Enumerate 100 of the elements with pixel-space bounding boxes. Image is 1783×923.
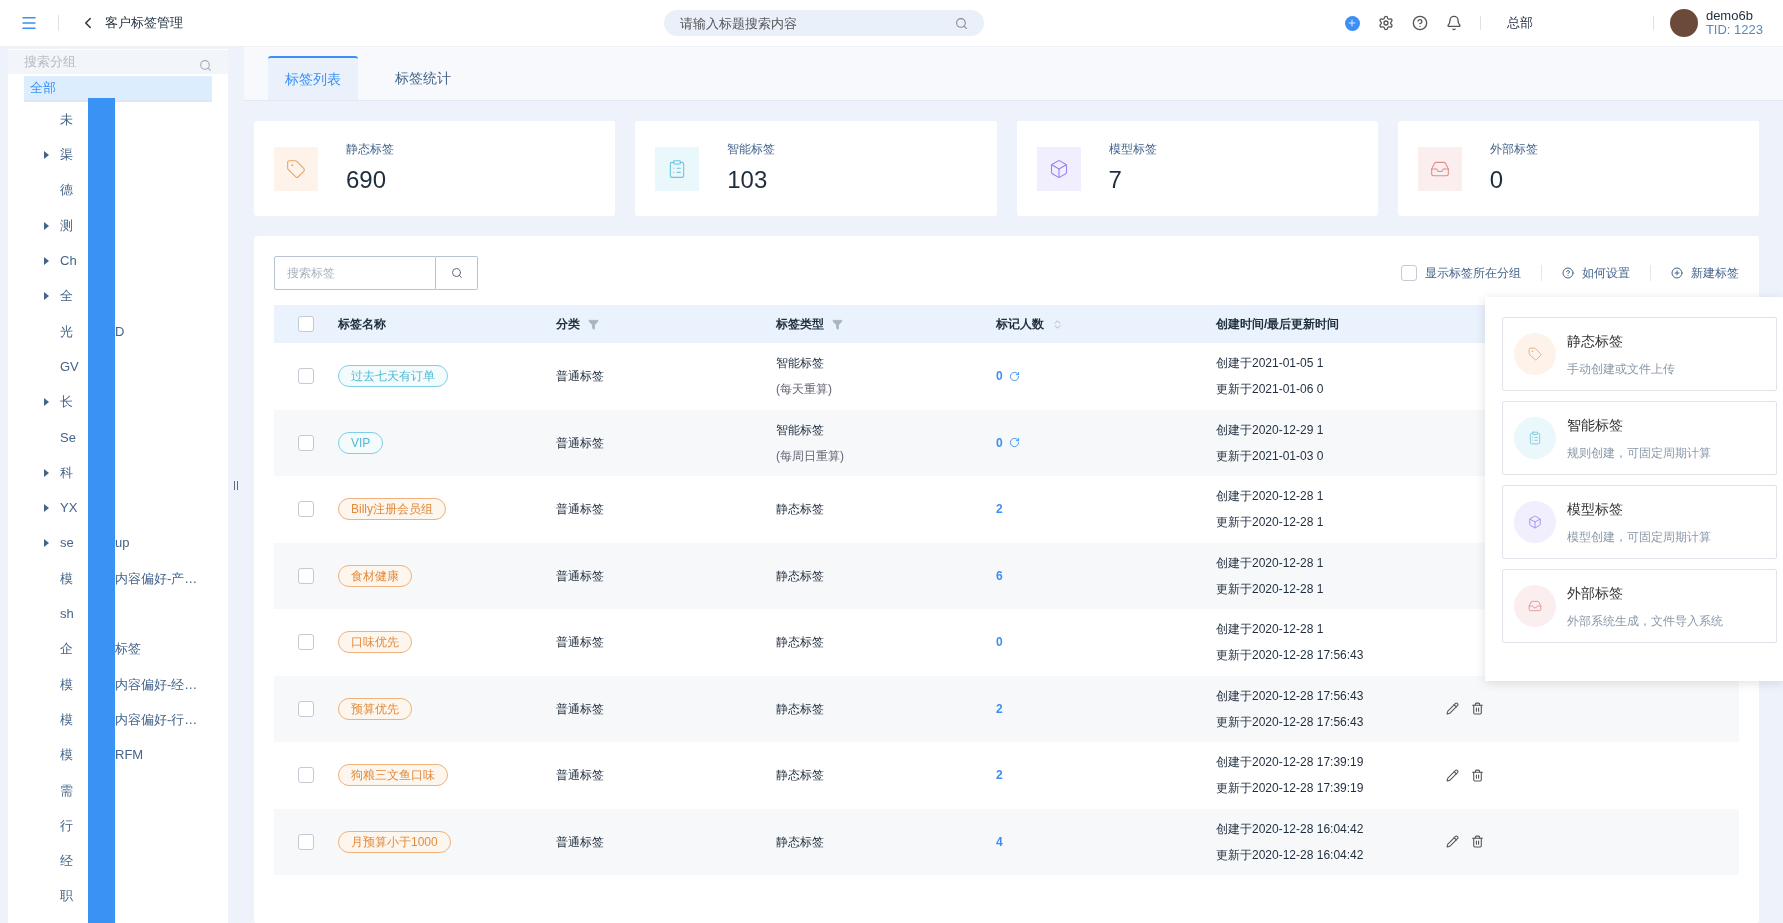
- refresh-icon[interactable]: [1008, 437, 1020, 449]
- create-tag-button[interactable]: 新建标签: [1671, 264, 1739, 282]
- menu-option[interactable]: 智能标签 规则创建，可固定周期计算: [1502, 401, 1777, 475]
- column-header: 创建时间/最后更新时间: [1216, 316, 1340, 333]
- table-cell-text: 普通标签: [556, 501, 605, 519]
- search-icon[interactable]: [199, 59, 212, 72]
- tree-item[interactable]: 德: [60, 180, 73, 200]
- tree-item[interactable]: Ch: [60, 251, 77, 271]
- tree-item[interactable]: YX: [60, 498, 78, 518]
- checkbox[interactable]: [298, 501, 314, 518]
- search-icon[interactable]: [954, 17, 968, 30]
- table-cell-text: 静态标签: [776, 833, 825, 851]
- filter-icon[interactable]: [832, 318, 843, 330]
- expand-arrow-icon[interactable]: [44, 292, 49, 301]
- count-link[interactable]: 2: [996, 766, 1003, 785]
- expand-arrow-icon[interactable]: [44, 221, 49, 230]
- updated-time: 更新于2020-12-28 17:56:43: [1216, 713, 1365, 731]
- filter-icon[interactable]: [588, 318, 599, 330]
- expand-arrow-icon[interactable]: [44, 398, 49, 406]
- checkbox[interactable]: [1401, 265, 1417, 281]
- count-link[interactable]: 0: [996, 367, 1003, 386]
- option-description: 外部系统生成，文件导入系统: [1567, 612, 1723, 630]
- expand-arrow-icon[interactable]: [44, 503, 49, 512]
- created-time: 创建于2020-12-28 17:56:43: [1216, 687, 1365, 705]
- tree-item-text: D: [115, 322, 125, 341]
- recompute-note: (每天重算): [776, 381, 833, 399]
- count-link[interactable]: 2: [996, 500, 1003, 519]
- table-cell-text: 静态标签: [776, 567, 825, 585]
- tree-item[interactable]: GV: [60, 356, 79, 377]
- expand-arrow-icon[interactable]: [44, 468, 49, 477]
- user-name: demo6b: [1705, 9, 1754, 23]
- tree-item[interactable]: se: [60, 533, 74, 553]
- tree-item-text: 内容偏好-经…: [115, 675, 198, 694]
- tree-item[interactable]: 模: [60, 745, 73, 765]
- tree-item[interactable]: 模: [60, 709, 73, 730]
- table-cell-text: 普通标签: [556, 767, 605, 785]
- tree-item[interactable]: 光: [60, 321, 73, 342]
- search-field[interactable]: 请输入标题搜索内容: [663, 10, 984, 36]
- updated-time: 更新于2020-12-28 1: [1216, 514, 1325, 532]
- bell-icon[interactable]: [1445, 15, 1462, 31]
- plus-icon: [1347, 18, 1358, 28]
- tree-item[interactable]: 测: [60, 215, 73, 236]
- tree-item[interactable]: 需: [60, 780, 73, 801]
- delete-icon[interactable]: [1471, 702, 1484, 716]
- created-time: 创建于2021-01-05 1: [1216, 355, 1325, 373]
- tree-item-text: 内容偏好-产…: [115, 569, 198, 588]
- table-cell-text: 静态标签: [776, 501, 825, 519]
- checkbox[interactable]: [298, 567, 314, 584]
- menu-icon[interactable]: [20, 14, 38, 32]
- menu-option[interactable]: 模型标签 模型创建，可固定周期计算: [1502, 485, 1777, 559]
- expand-arrow-icon[interactable]: [44, 539, 49, 548]
- stat-label: 静态标签: [346, 140, 394, 158]
- edit-icon[interactable]: [1446, 702, 1459, 716]
- checkbox[interactable]: [298, 434, 314, 451]
- edit-icon[interactable]: [1446, 835, 1459, 849]
- avatar[interactable]: [1669, 9, 1698, 37]
- tree-item[interactable]: 经: [60, 851, 73, 871]
- delete-icon[interactable]: [1471, 835, 1484, 849]
- refresh-icon[interactable]: [1008, 370, 1020, 382]
- tree-item[interactable]: 全: [60, 286, 73, 306]
- expand-arrow-icon[interactable]: [44, 256, 49, 265]
- org-switcher[interactable]: 总部: [1506, 13, 1533, 33]
- tree-item[interactable]: 模: [60, 568, 73, 589]
- checkbox[interactable]: [298, 634, 314, 651]
- menu-option[interactable]: 静态标签 手动创建或文件上传: [1502, 317, 1777, 391]
- search-icon[interactable]: [450, 267, 463, 279]
- tree-item[interactable]: 模: [60, 674, 73, 695]
- tree-item[interactable]: 长: [60, 392, 73, 412]
- updated-time: 更新于2020-12-28 17:56:43: [1216, 647, 1365, 665]
- help-link[interactable]: 如何设置: [1562, 264, 1630, 282]
- tree-item[interactable]: Se: [60, 427, 76, 448]
- tree-item[interactable]: 行: [60, 815, 73, 836]
- checkbox[interactable]: [298, 368, 314, 385]
- checkbox[interactable]: [298, 316, 314, 332]
- tree-item[interactable]: 职: [60, 886, 73, 906]
- checkbox[interactable]: [298, 833, 314, 850]
- option-description: 模型创建，可固定周期计算: [1567, 528, 1711, 546]
- settings-icon[interactable]: [1377, 15, 1394, 31]
- drag-handle-icon[interactable]: [234, 480, 238, 490]
- delete-icon[interactable]: [1471, 768, 1484, 782]
- checkbox-label: 显示标签所在分组: [1425, 265, 1521, 282]
- tree-item[interactable]: 企: [60, 639, 73, 659]
- menu-option[interactable]: 外部标签 外部系统生成，文件导入系统: [1502, 569, 1777, 643]
- tag-search-field[interactable]: 搜索标签: [274, 256, 436, 290]
- checkbox[interactable]: [298, 767, 314, 784]
- stat-value: 690: [346, 164, 388, 195]
- group-search-field[interactable]: 搜索分组: [8, 49, 228, 74]
- count-link[interactable]: 0: [996, 633, 1003, 652]
- tab[interactable]: 标签统计: [378, 56, 468, 100]
- table-cell-text: 普通标签: [556, 833, 605, 851]
- expand-arrow-icon[interactable]: [44, 150, 49, 159]
- checkbox[interactable]: [298, 700, 314, 717]
- tree-item[interactable]: 渠: [60, 145, 73, 165]
- tree-item[interactable]: 科: [60, 462, 73, 483]
- tree-item[interactable]: sh: [60, 604, 74, 624]
- tree-item[interactable]: 未: [60, 109, 73, 130]
- help-icon: [1562, 267, 1574, 279]
- add-button[interactable]: [1344, 15, 1360, 31]
- help-icon[interactable]: [1411, 15, 1428, 31]
- edit-icon[interactable]: [1446, 768, 1459, 782]
